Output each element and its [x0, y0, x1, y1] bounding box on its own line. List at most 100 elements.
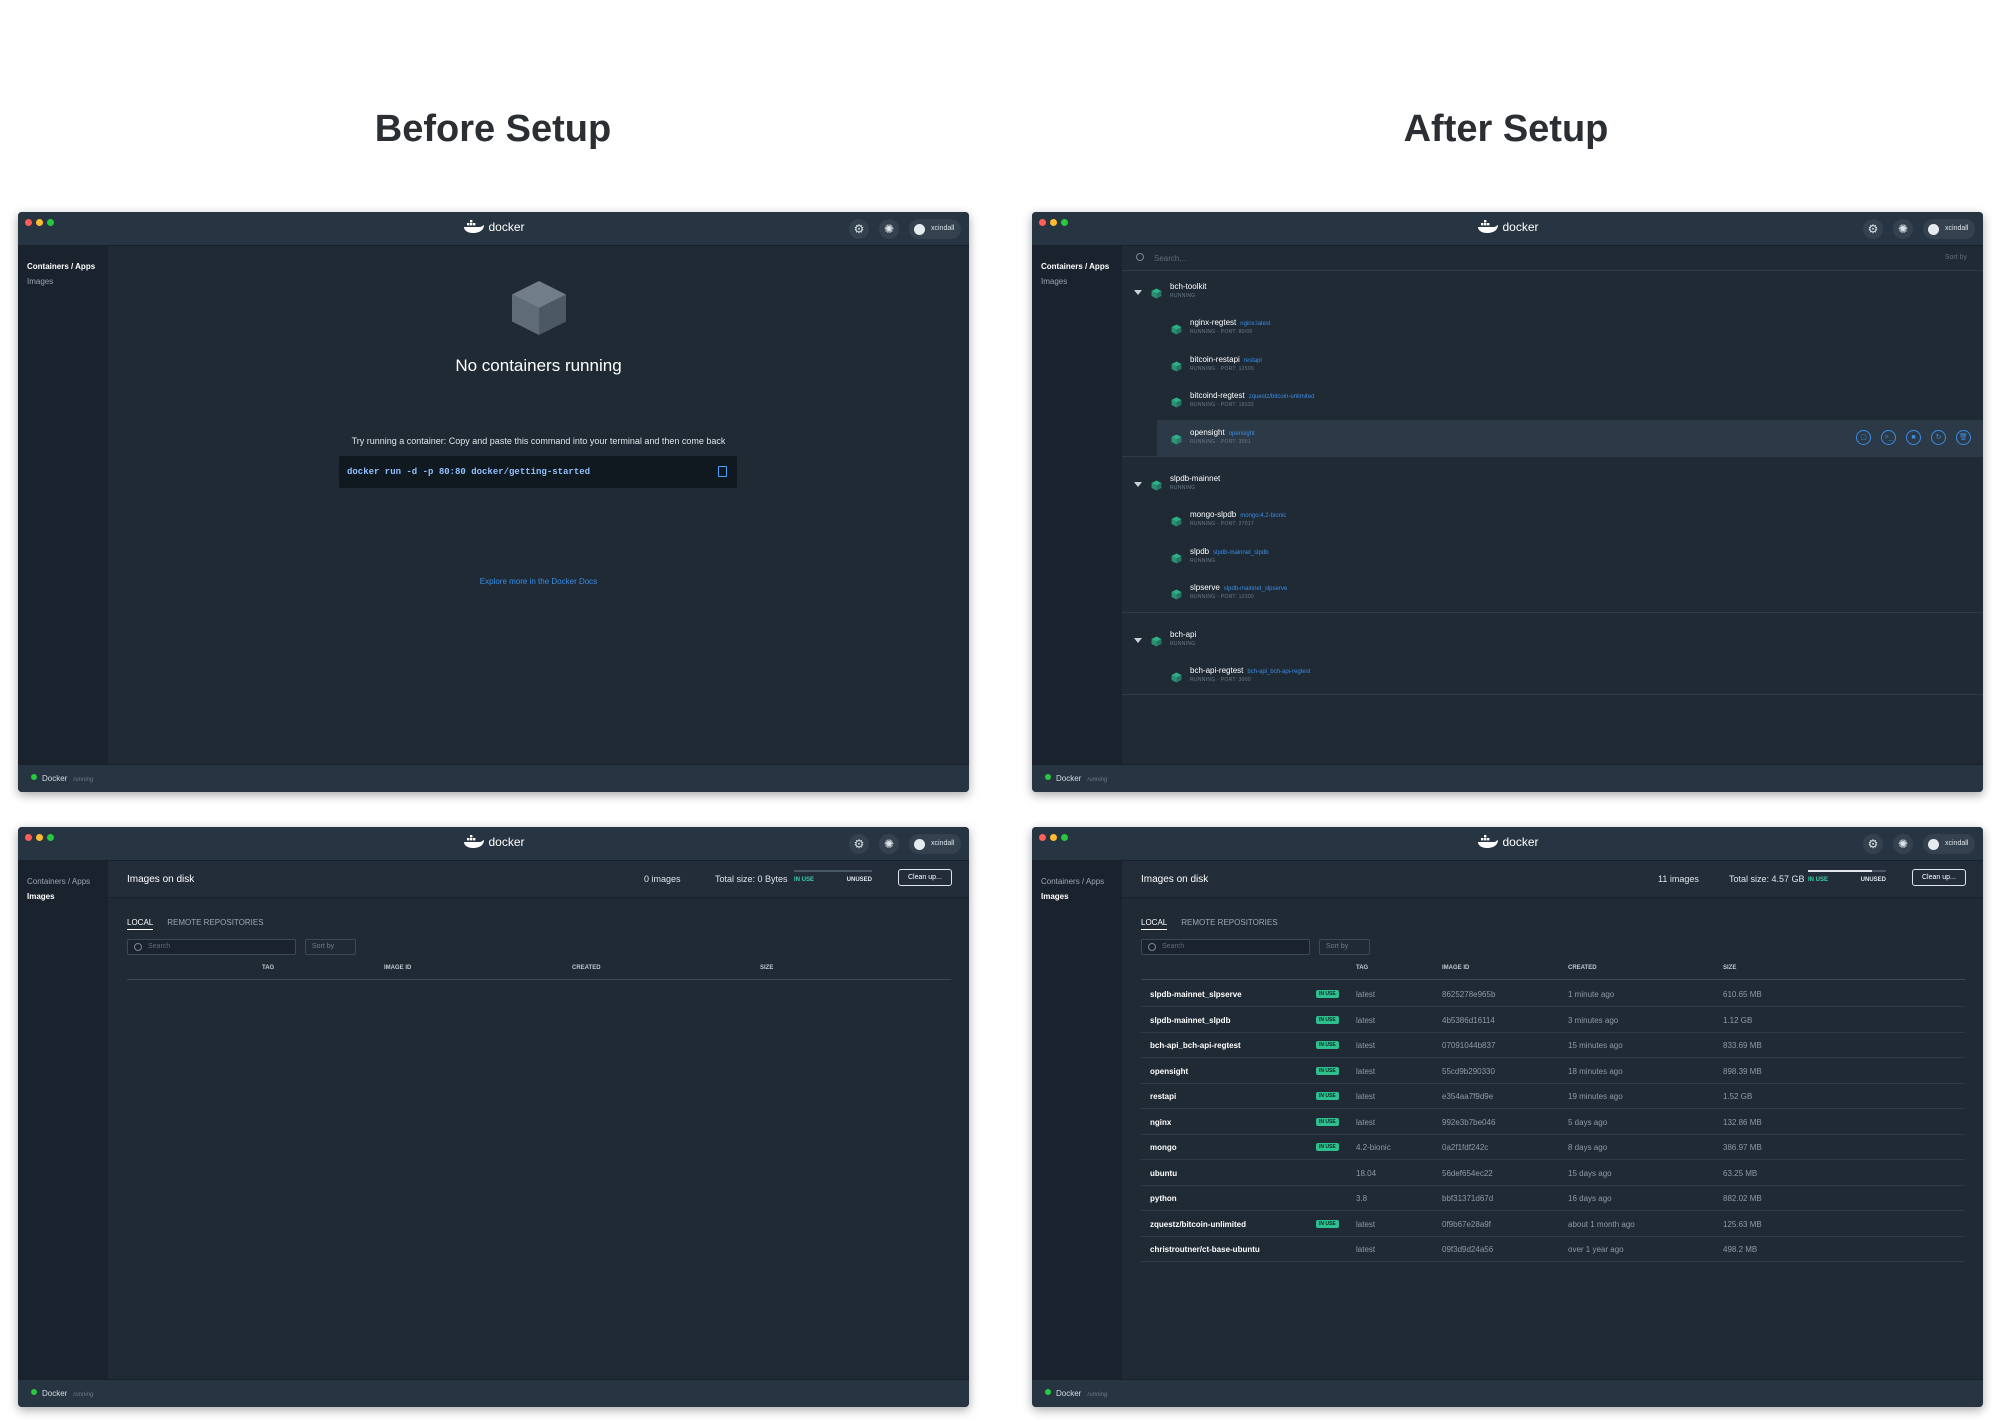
sidebar-item-containers-apps[interactable]: Containers / Apps	[1041, 877, 1104, 886]
cli-action-icon[interactable]: >_	[1881, 429, 1896, 445]
table-row[interactable]: restapi IN USE latest e354aa7f9d9e 19 minute…	[1141, 1084, 1965, 1109]
settings-gear-icon[interactable]: ⚙	[1863, 834, 1883, 854]
image-search-input[interactable]: Search	[1141, 939, 1310, 955]
play-action-icon[interactable]: ■	[1906, 429, 1921, 445]
container-image-link[interactable]: slpdb-mainnet_slpserve	[1224, 586, 1287, 592]
table-row[interactable]: nginx IN USE latest 992e3b7be046 5 days ago 1…	[1141, 1110, 1965, 1135]
docker-status-text: running	[1087, 777, 1108, 783]
container-group[interactable]: slpdb-mainnet RUNNING	[1170, 474, 1220, 491]
container-item[interactable]: slpdb slpdb-mainnet_slpdb RUNNING	[1190, 547, 1269, 564]
troubleshoot-bug-icon[interactable]: ✺	[1893, 834, 1913, 854]
sidebar-item-containers-apps[interactable]: Containers / Apps	[27, 262, 95, 271]
clean-up-button[interactable]: Clean up...	[1912, 869, 1966, 886]
sidebar-item-containers-apps[interactable]: Containers / Apps	[1041, 262, 1109, 271]
zoom-window-button[interactable]	[47, 219, 54, 226]
docker-logo: docker	[1476, 835, 1539, 849]
sidebar-item-images[interactable]: Images	[1041, 892, 1069, 901]
window-before-containers: docker ⚙ ✺ xcindall Containers / Apps Images D…	[18, 212, 969, 792]
container-item[interactable]: bitcoind-regtest zquestz/bitcoin-unlimite…	[1190, 391, 1314, 408]
image-id: bbf31371d67d	[1442, 1194, 1494, 1203]
stop-action-icon[interactable]: ▢	[1856, 429, 1871, 445]
table-row[interactable]: opensight IN USE latest 55cd9b290330 18 minu…	[1141, 1059, 1965, 1084]
container-image-link[interactable]: mongo:4.2-bionic	[1240, 513, 1286, 519]
close-window-button[interactable]	[1039, 834, 1046, 841]
minimize-window-button[interactable]	[36, 219, 43, 226]
table-row[interactable]: christroutner/ct-base-ubuntu latest 09f3d9…	[1141, 1237, 1965, 1262]
container-item[interactable]: slpserve slpdb-mainnet_slpserve RUNNING · …	[1190, 583, 1287, 600]
sidebar-item-images[interactable]: Images	[27, 277, 53, 286]
sidebar-item-images[interactable]: Images	[27, 892, 55, 901]
image-created: 3 minutes ago	[1568, 1015, 1619, 1025]
container-item[interactable]: bch-api-regtest bch-api_bch-api-regtest RU…	[1190, 666, 1310, 683]
image-id: 56def654ec22	[1442, 1168, 1493, 1178]
close-window-button[interactable]	[25, 219, 32, 226]
container-icon	[1171, 514, 1182, 527]
troubleshoot-bug-icon[interactable]: ✺	[1893, 219, 1913, 239]
container-group[interactable]: bch-api RUNNING	[1170, 630, 1196, 647]
usage-fill	[1808, 870, 1872, 872]
docker-docs-link[interactable]: Explore more in the Docker Docs	[108, 577, 969, 586]
settings-gear-icon[interactable]: ⚙	[849, 834, 869, 854]
delete-action-icon[interactable]: 🗑	[1956, 429, 1971, 445]
tab-local[interactable]: LOCAL	[127, 918, 154, 930]
zoom-window-button[interactable]	[1061, 219, 1068, 226]
tab-local[interactable]: LOCAL	[1141, 918, 1168, 930]
sidebar-item-images[interactable]: Images	[1041, 277, 1067, 286]
container-icon	[1171, 670, 1182, 682]
minimize-window-button[interactable]	[1050, 219, 1057, 226]
table-row[interactable]: mongo IN USE 4.2-bionic 0a2f1fdf242c 8 days …	[1141, 1135, 1965, 1160]
user-account-button[interactable]: xcindall	[1923, 219, 1975, 239]
settings-gear-icon[interactable]: ⚙	[849, 219, 869, 239]
container-image-link[interactable]: zquestz/bitcoin-unlimited	[1249, 394, 1315, 400]
table-row[interactable]: slpdb-mainnet_slpdb IN USE latest 4b5386d16…	[1141, 1008, 1965, 1033]
troubleshoot-bug-icon[interactable]: ✺	[879, 834, 899, 854]
image-tag: latest	[1356, 1117, 1376, 1127]
sort-by-dropdown[interactable]: Sort by	[305, 939, 356, 955]
image-id: 4b5386d16114	[1442, 1015, 1495, 1025]
table-row[interactable]: ubuntu 18.04 56def654ec22 15 days ago 63.25 …	[1141, 1161, 1965, 1186]
docker-running-status-dot	[31, 1389, 37, 1395]
table-row[interactable]: zquestz/bitcoin-unlimited IN USE latest 0f9…	[1141, 1212, 1965, 1237]
image-search-input[interactable]: Search	[127, 939, 296, 955]
tab-remote-repositories[interactable]: REMOTE REPOSITORIES	[167, 918, 263, 930]
table-row[interactable]: python 3.8 bbf31371d67d 16 days ago 882.02 M…	[1141, 1186, 1965, 1211]
container-group[interactable]: bch-toolkit RUNNING	[1170, 282, 1206, 299]
container-item[interactable]: bitcoin-restapi restapi RUNNING · PORT: 12…	[1190, 355, 1262, 372]
restart-action-icon[interactable]: ↻	[1931, 429, 1946, 445]
table-row[interactable]: bch-api_bch-api-regtest IN USE latest 07091…	[1141, 1033, 1965, 1058]
user-account-button[interactable]: xcindall	[909, 834, 961, 854]
settings-gear-icon[interactable]: ⚙	[1863, 219, 1883, 239]
troubleshoot-bug-icon[interactable]: ✺	[879, 219, 899, 239]
container-image-link[interactable]: slpdb-mainnet_slpdb	[1213, 550, 1268, 556]
expand-group-chevron-icon[interactable]	[1134, 637, 1142, 643]
container-image-link[interactable]: nginx:latest	[1240, 321, 1270, 327]
zoom-window-button[interactable]	[47, 834, 54, 841]
container-item[interactable]: opensight opensight RUNNING · PORT: 3001	[1190, 428, 1255, 445]
image-id: 55cd9b290330	[1442, 1066, 1495, 1076]
container-item[interactable]: mongo-slpdb mongo:4.2-bionic RUNNING · POR…	[1190, 510, 1286, 527]
zoom-window-button[interactable]	[1061, 834, 1068, 841]
expand-group-chevron-icon[interactable]	[1134, 482, 1142, 487]
expand-group-chevron-icon[interactable]	[1134, 290, 1142, 295]
close-window-button[interactable]	[25, 834, 32, 841]
close-window-button[interactable]	[1039, 219, 1046, 226]
minimize-window-button[interactable]	[36, 834, 43, 841]
container-item[interactable]: nginx-regtest nginx:latest RUNNING · PORT:…	[1190, 318, 1271, 335]
user-avatar-icon	[1928, 839, 1939, 850]
sort-by-dropdown[interactable]: Sort by	[1319, 939, 1370, 955]
minimize-window-button[interactable]	[1050, 834, 1057, 841]
getting-started-command[interactable]: docker run -d -p 80:80 docker/getting-st…	[339, 456, 737, 488]
sort-by-dropdown[interactable]: Sort by	[1945, 254, 1967, 261]
copy-icon[interactable]	[718, 466, 727, 477]
sidebar-item-containers-apps[interactable]: Containers / Apps	[27, 877, 90, 886]
container-search-input[interactable]: Search...	[1154, 254, 1186, 263]
container-image-link[interactable]: opensight	[1229, 431, 1255, 437]
image-tag: latest	[1356, 1041, 1376, 1050]
container-image-link[interactable]: restapi	[1244, 358, 1262, 364]
user-account-button[interactable]: xcindall	[1923, 834, 1975, 854]
table-row[interactable]: slpdb-mainnet_slpserve IN USE latest 862527…	[1141, 982, 1965, 1007]
tab-remote-repositories[interactable]: REMOTE REPOSITORIES	[1181, 918, 1277, 930]
clean-up-button[interactable]: Clean up...	[898, 869, 952, 886]
container-image-link[interactable]: bch-api_bch-api-regtest	[1247, 669, 1310, 675]
user-account-button[interactable]: xcindall	[909, 219, 961, 239]
